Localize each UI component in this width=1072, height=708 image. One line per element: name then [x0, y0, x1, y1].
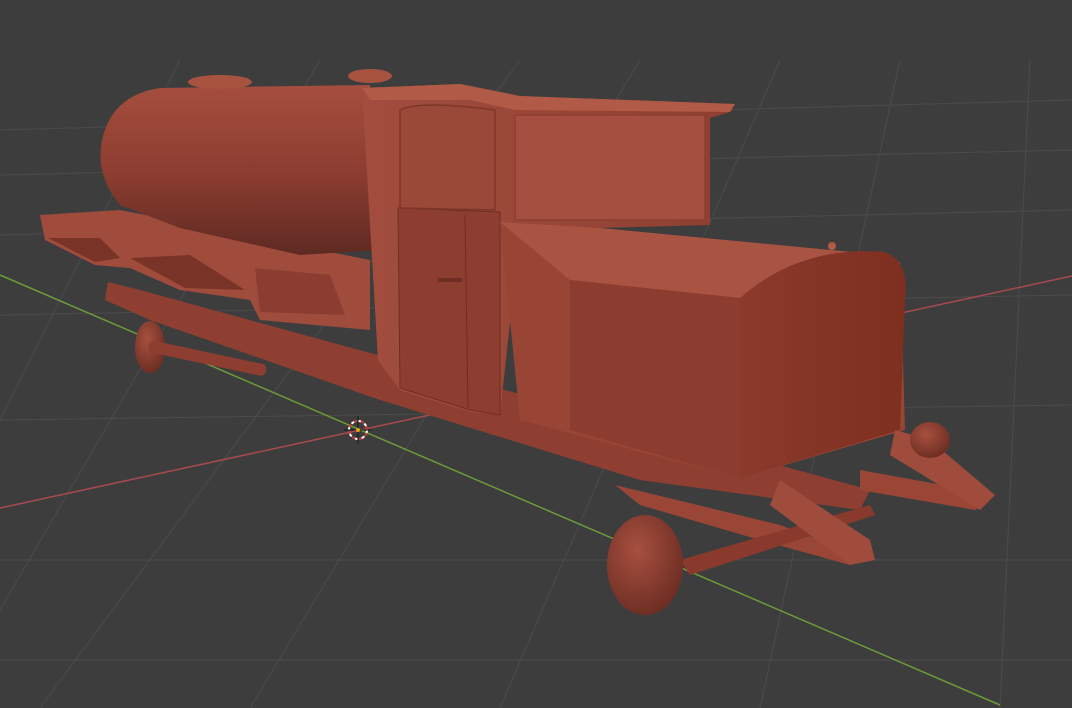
truck-model[interactable]: [40, 69, 995, 615]
3d-cursor-icon[interactable]: [344, 416, 372, 444]
viewport-canvas[interactable]: [0, 0, 1072, 708]
door-handle[interactable]: [438, 278, 462, 282]
windscreen-frame[interactable]: [399, 104, 496, 211]
radiator-front[interactable]: [740, 251, 906, 478]
cab-window[interactable]: [514, 114, 706, 221]
front-wheel-left[interactable]: [607, 515, 683, 615]
radiator-cap[interactable]: [828, 242, 836, 250]
tank-cap-rear[interactable]: [188, 75, 252, 89]
cab-door[interactable]: [397, 207, 501, 416]
front-wheel-right[interactable]: [910, 422, 950, 458]
3d-viewport[interactable]: [0, 0, 1072, 708]
tank-cap-front[interactable]: [348, 69, 392, 83]
